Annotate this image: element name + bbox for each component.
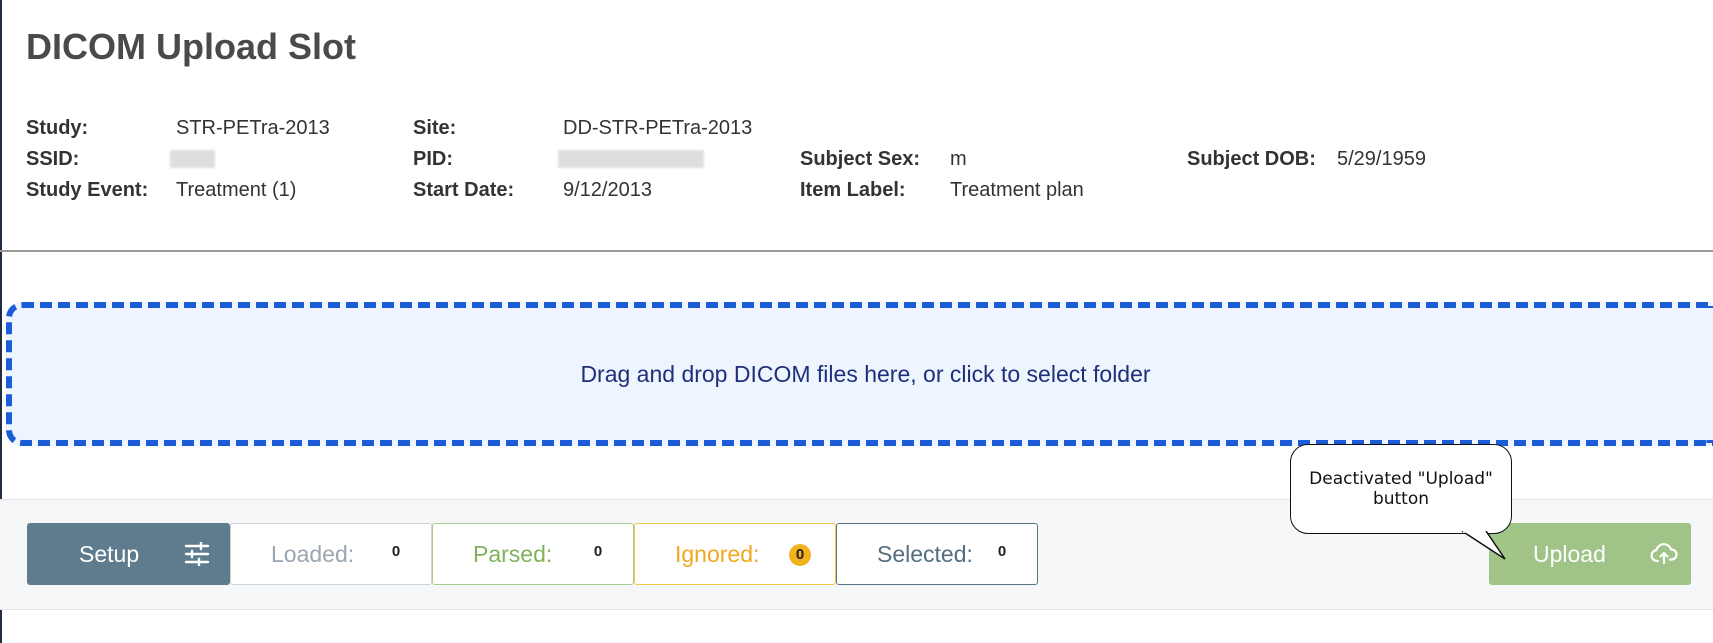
- parsed-filter-button[interactable]: Parsed: 0: [432, 523, 634, 585]
- pid-redacted: [558, 150, 704, 168]
- subject-dob-value: 5/29/1959: [1337, 148, 1426, 170]
- study-event-label: Study Event:: [26, 179, 149, 201]
- study-value: STR-PETra-2013: [176, 117, 330, 139]
- setup-label: Setup: [79, 540, 140, 567]
- parsed-count-badge: 0: [593, 543, 603, 560]
- subject-dob-label: Subject DOB:: [1187, 148, 1316, 170]
- loaded-filter-button[interactable]: Loaded: 0: [230, 523, 432, 585]
- start-date-label: Start Date:: [413, 179, 515, 201]
- dropzone-text: Drag and drop DICOM files here, or click…: [580, 360, 1151, 387]
- ignored-filter-button[interactable]: Ignored: 0: [634, 523, 836, 585]
- subject-sex-label: Subject Sex:: [800, 148, 921, 170]
- selected-filter-button[interactable]: Selected: 0: [836, 523, 1038, 585]
- parsed-label: Parsed:: [473, 540, 553, 567]
- ssid-redacted: [170, 150, 215, 168]
- callout-pointer: [1461, 531, 1506, 560]
- loaded-label: Loaded:: [271, 540, 355, 567]
- loaded-count-badge: 0: [391, 543, 401, 560]
- sliders-icon: [184, 542, 210, 566]
- site-label: Site:: [413, 117, 457, 139]
- selected-count-badge: 0: [997, 543, 1007, 560]
- ssid-label: SSID:: [26, 148, 80, 170]
- study-label: Study:: [26, 117, 89, 139]
- upload-label: Upload: [1533, 540, 1606, 567]
- header-section: DICOM Upload Slot Study: STR-PETra-2013 …: [0, 0, 1713, 252]
- setup-button[interactable]: Setup: [27, 523, 230, 585]
- ignored-count-badge: 0: [789, 544, 811, 566]
- subject-sex-value: m: [950, 148, 967, 170]
- item-label-value: Treatment plan: [950, 179, 1084, 201]
- start-date-value: 9/12/2013: [563, 179, 652, 201]
- callout-text: Deactivated "Upload" button: [1309, 469, 1493, 509]
- item-label-label: Item Label:: [800, 179, 906, 201]
- selected-label: Selected:: [877, 540, 973, 567]
- annotation-callout: Deactivated "Upload" button: [1290, 444, 1512, 534]
- page-title: DICOM Upload Slot: [26, 26, 356, 67]
- ignored-label: Ignored:: [675, 540, 760, 567]
- site-value: DD-STR-PETra-2013: [563, 117, 753, 139]
- dicom-dropzone[interactable]: Drag and drop DICOM files here, or click…: [6, 302, 1713, 446]
- pid-label: PID:: [413, 148, 453, 170]
- study-event-value: Treatment (1): [176, 179, 297, 201]
- cloud-upload-icon: [1650, 543, 1678, 565]
